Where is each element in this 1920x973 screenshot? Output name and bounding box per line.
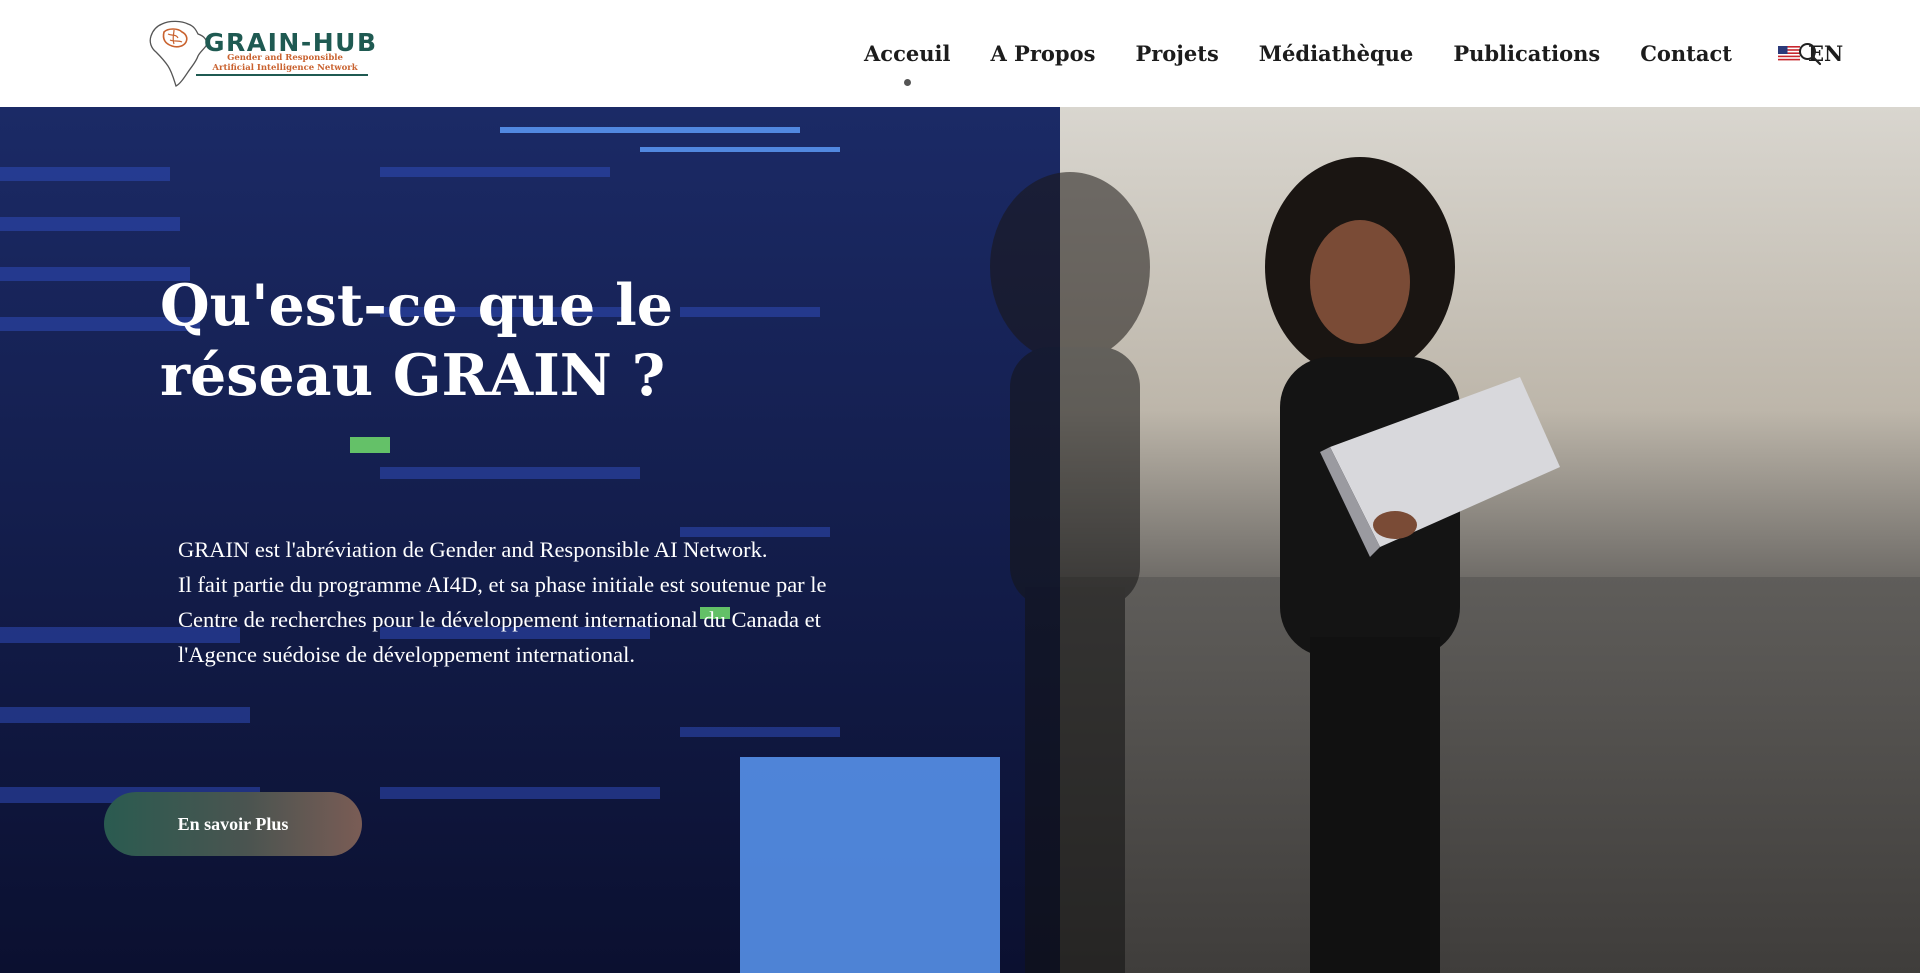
- person-with-laptop-illustration: [1265, 157, 1560, 973]
- africa-brain-icon: [149, 20, 208, 87]
- nav-item-label: Projets: [1135, 40, 1219, 66]
- hero-description-line: Il fait partie du programme AI4D, et sa …: [178, 572, 827, 667]
- brand-tagline: Gender and Responsible Artificial Intell…: [212, 53, 358, 73]
- nav-item-publications[interactable]: Publications: [1453, 41, 1600, 66]
- hero-description: GRAIN est l'abréviation de Gender and Re…: [178, 532, 858, 672]
- logo-underline: [196, 74, 368, 76]
- grain-hub-logo[interactable]: GRAIN-HUB Gender and Responsible Artific…: [148, 18, 378, 88]
- nav-item-mediatheque[interactable]: Médiathèque: [1259, 41, 1414, 66]
- hero-description-line: GRAIN est l'abréviation de Gender and Re…: [178, 537, 768, 562]
- nav-item-contact[interactable]: Contact: [1640, 41, 1732, 66]
- learn-more-button[interactable]: En savoir Plus: [104, 792, 362, 856]
- person-reflection-illustration: [990, 172, 1150, 973]
- nav-item-projets[interactable]: Projets: [1135, 41, 1218, 66]
- main-nav: Acceuil A Propos Projets Médiathèque Pub…: [864, 38, 1843, 86]
- search-icon: [1799, 43, 1822, 66]
- nav-item-label: Contact: [1640, 40, 1732, 66]
- site-header: GRAIN-HUB Gender and Responsible Artific…: [0, 0, 1920, 107]
- nav-item-label: Publications: [1453, 40, 1601, 66]
- hero-title: Qu'est-ce que le réseau GRAIN ?: [160, 272, 674, 409]
- nav-item-a-propos[interactable]: A Propos: [990, 41, 1095, 66]
- search-button[interactable]: [1797, 41, 1823, 67]
- nav-item-label: Acceuil: [864, 40, 951, 66]
- hero-section: Qu'est-ce que le réseau GRAIN ? GRAIN es…: [0, 107, 1920, 973]
- nav-item-acceuil[interactable]: Acceuil: [864, 40, 951, 86]
- nav-item-label: Médiathèque: [1258, 40, 1414, 66]
- active-indicator-dot: [904, 78, 912, 86]
- nav-item-label: A Propos: [990, 40, 1096, 66]
